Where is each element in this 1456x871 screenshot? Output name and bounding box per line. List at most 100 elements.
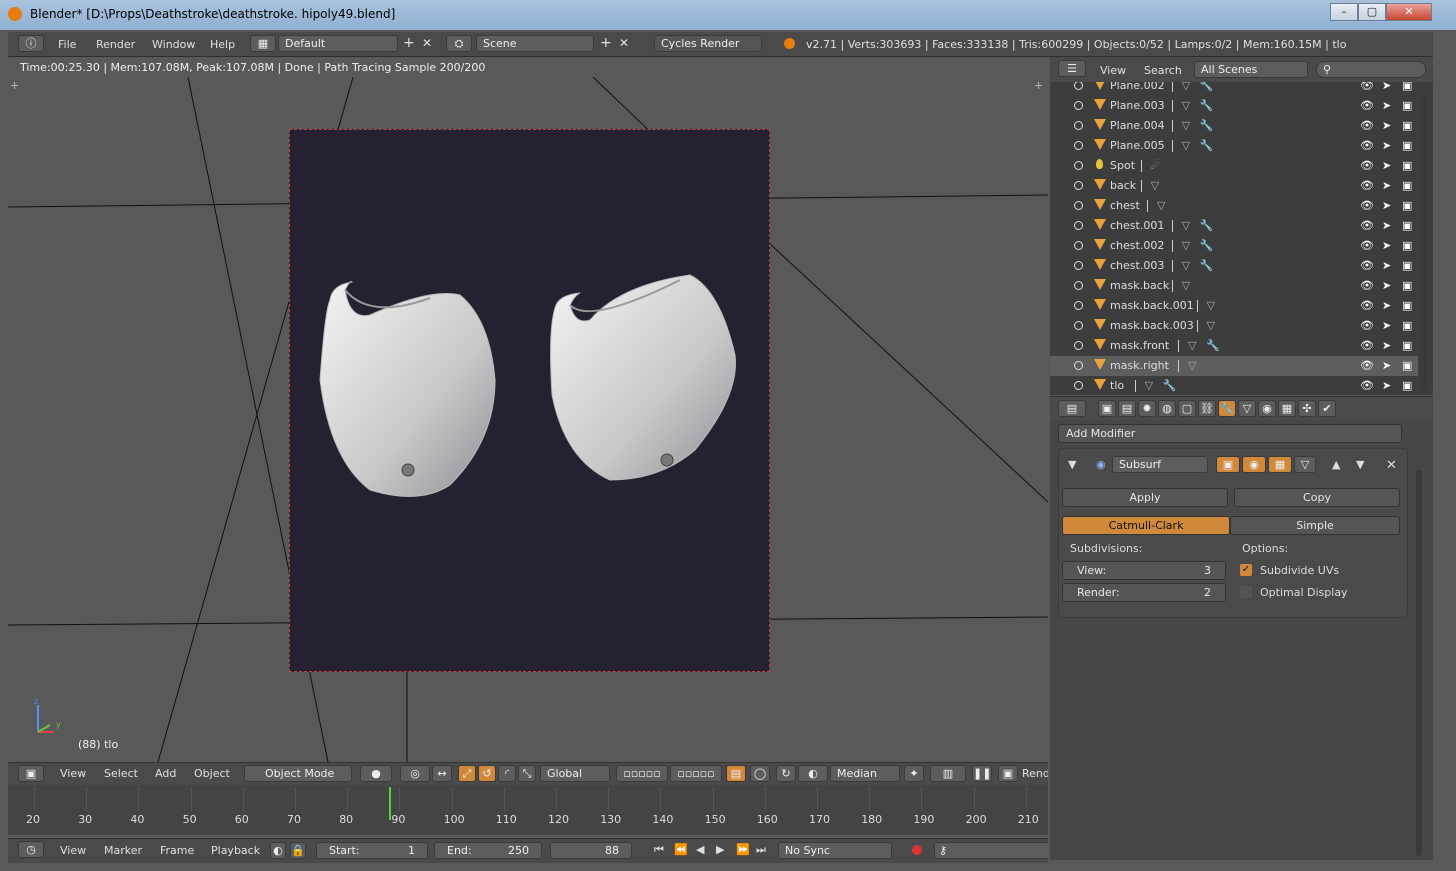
timeline[interactable]: 20 30 40 50 60 70 80 90 100 110 120 130 140 150 160 170… xyxy=(8,785,1048,835)
expand-toggle-icon[interactable] xyxy=(1074,321,1083,330)
selectable-cursor-icon[interactable]: ➤ xyxy=(1382,199,1391,212)
subdivide-uvs-checkbox[interactable]: ✓ xyxy=(1240,564,1252,576)
renderable-camera-icon[interactable]: ▣ xyxy=(1402,179,1412,192)
expand-toggle-icon[interactable] xyxy=(1074,241,1083,250)
expand-toggle-icon[interactable] xyxy=(1074,121,1083,130)
view3d-menu-object[interactable]: Object xyxy=(194,767,230,780)
tab-data-icon[interactable]: ▽ xyxy=(1238,400,1256,417)
mesh-data-icon[interactable]: ▽ xyxy=(1151,179,1159,192)
render-levels-field[interactable]: Render: 2 xyxy=(1062,583,1226,602)
scene-field[interactable]: Scene xyxy=(476,35,594,52)
scene-browse-icon[interactable]: ⛭ xyxy=(446,35,472,52)
sync-select[interactable]: No Sync xyxy=(778,842,892,859)
selectable-cursor-icon[interactable]: ➤ xyxy=(1382,99,1391,112)
viewport-toggle-icon[interactable]: ◉ xyxy=(1242,456,1266,473)
jump-next-key-icon[interactable]: ⏩ xyxy=(736,843,750,856)
mesh-data-icon[interactable]: ▽ xyxy=(1182,279,1190,292)
visibility-eye-icon[interactable]: 👁 xyxy=(1360,139,1374,152)
outliner-item[interactable]: chest.003 ▽ 🔧 👁 ➤ ▣ xyxy=(1050,256,1418,276)
lamp-data-icon[interactable]: ☄ xyxy=(1151,159,1161,172)
selectable-cursor-icon[interactable]: ➤ xyxy=(1382,379,1391,392)
close-button[interactable]: ✕ xyxy=(1386,3,1432,21)
mesh-data-icon[interactable]: ▽ xyxy=(1182,219,1190,232)
visibility-eye-icon[interactable]: 👁 xyxy=(1360,259,1374,272)
tab-render-layers-icon[interactable]: ▤ xyxy=(1118,400,1136,417)
expand-toggle-icon[interactable] xyxy=(1074,101,1083,110)
scale-icon[interactable]: ◜ xyxy=(498,765,516,782)
mesh-data-icon[interactable]: ▽ xyxy=(1182,139,1190,152)
outliner-item[interactable]: mask.front ▽ 🔧 👁 ➤ ▣ xyxy=(1050,336,1418,356)
remove-modifier-icon[interactable]: ✕ xyxy=(1386,458,1397,473)
expand-toggle-icon[interactable] xyxy=(1074,261,1083,270)
selectable-cursor-icon[interactable]: ➤ xyxy=(1382,319,1391,332)
jump-end-icon[interactable]: ⏭ xyxy=(756,843,766,857)
expand-toggle-icon[interactable] xyxy=(1074,281,1083,290)
outliner-item[interactable]: back ▽ 👁 ➤ ▣ xyxy=(1050,176,1418,196)
renderable-camera-icon[interactable]: ▣ xyxy=(1402,279,1412,292)
view3d-menu-add[interactable]: Add xyxy=(155,767,176,780)
tab-material-icon[interactable]: ◉ xyxy=(1258,400,1276,417)
rotate-icon[interactable]: ↺ xyxy=(478,765,496,782)
layers-grid-1[interactable]: ▫▫▫▫▫ xyxy=(616,765,668,782)
mesh-data-icon[interactable]: ▽ xyxy=(1188,359,1196,372)
timeline-menu-playback[interactable]: Playback xyxy=(211,844,260,857)
timeline-menu-view[interactable]: View xyxy=(60,844,86,857)
menu-window[interactable]: Window xyxy=(152,38,195,51)
editmode-toggle-icon[interactable]: ▦ xyxy=(1268,456,1292,473)
expand-toggle-icon[interactable] xyxy=(1074,161,1083,170)
record-icon[interactable] xyxy=(912,845,922,855)
visibility-eye-icon[interactable]: 👁 xyxy=(1360,339,1374,352)
expand-toggle-icon[interactable] xyxy=(1074,181,1083,190)
add-modifier-button[interactable]: Add Modifier xyxy=(1058,424,1402,443)
tab-texture-icon[interactable]: ▦ xyxy=(1278,400,1296,417)
tab-render-icon[interactable]: ▣ xyxy=(1098,400,1116,417)
layout-add-icon[interactable]: + xyxy=(403,35,415,51)
visibility-eye-icon[interactable]: 👁 xyxy=(1360,99,1374,112)
outliner-item[interactable]: chest.001 ▽ 🔧 👁 ➤ ▣ xyxy=(1050,216,1418,236)
visibility-eye-icon[interactable]: 👁 xyxy=(1360,199,1374,212)
tab-modifiers-wrench-icon[interactable]: 🔧 xyxy=(1218,400,1236,417)
expand-toggle-icon[interactable] xyxy=(1074,82,1083,90)
properties-scrollbar[interactable] xyxy=(1416,470,1422,856)
optimal-display-checkbox[interactable] xyxy=(1240,586,1252,598)
expand-toggle-icon[interactable] xyxy=(1074,221,1083,230)
opengl-render-icon[interactable]: ▣ xyxy=(998,765,1018,782)
menu-render[interactable]: Render xyxy=(96,38,135,51)
menu-help[interactable]: Help xyxy=(210,38,235,51)
3d-viewport[interactable]: + + Time:00:25.30 | Mem:107.08M, Peak:107… xyxy=(8,57,1048,762)
wrench-modifier-icon[interactable]: 🔧 xyxy=(1200,219,1214,232)
wrench-modifier-icon[interactable]: 🔧 xyxy=(1163,379,1177,392)
modifier-collapse-icon[interactable]: ▼ xyxy=(1068,458,1076,471)
translate-icon[interactable]: ⤢ xyxy=(458,765,476,782)
outliner-item[interactable]: Plane.003 ▽ 🔧 👁 ➤ ▣ xyxy=(1050,96,1418,116)
visibility-eye-icon[interactable]: 👁 xyxy=(1360,159,1374,172)
current-frame-field[interactable]: 88 xyxy=(550,842,632,859)
selectable-cursor-icon[interactable]: ➤ xyxy=(1382,82,1391,92)
selectable-cursor-icon[interactable]: ➤ xyxy=(1382,139,1391,152)
cage-toggle-icon[interactable]: ▽ xyxy=(1294,456,1316,473)
apply-button[interactable]: Apply xyxy=(1062,488,1228,507)
visibility-eye-icon[interactable]: 👁 xyxy=(1360,219,1374,232)
renderable-camera-icon[interactable]: ▣ xyxy=(1402,379,1412,392)
pivot-median-select[interactable]: Median xyxy=(830,765,900,782)
outliner-item[interactable]: Spot ☄ 👁 ➤ ▣ xyxy=(1050,156,1418,176)
move-up-icon[interactable]: ▲ xyxy=(1332,458,1340,471)
mesh-data-icon[interactable]: ▽ xyxy=(1207,319,1215,332)
move-down-icon[interactable]: ▼ xyxy=(1356,458,1364,471)
outliner-item[interactable]: chest ▽ 👁 ➤ ▣ xyxy=(1050,196,1418,216)
renderable-camera-icon[interactable]: ▣ xyxy=(1402,239,1412,252)
outliner-list[interactable]: Plane.002 ▽ 🔧 👁 ➤ ▣ Plane.003 ▽ 🔧 👁 ➤ ▣ Plane.004 ▽ 🔧 👁… xyxy=(1050,82,1433,395)
renderable-camera-icon[interactable]: ▣ xyxy=(1402,339,1412,352)
render-button-label[interactable]: Rend xyxy=(1022,767,1048,780)
renderable-camera-icon[interactable]: ▣ xyxy=(1402,119,1412,132)
properties-editor-icon[interactable]: ▤ xyxy=(1058,400,1086,417)
render-engine-select[interactable]: Cycles Render xyxy=(654,35,762,52)
visibility-eye-icon[interactable]: 👁 xyxy=(1360,379,1374,392)
selectable-cursor-icon[interactable]: ➤ xyxy=(1382,179,1391,192)
selectable-cursor-icon[interactable]: ➤ xyxy=(1382,159,1391,172)
mesh-data-icon[interactable]: ▽ xyxy=(1182,239,1190,252)
mesh-data-icon[interactable]: ▽ xyxy=(1182,99,1190,112)
wrench-modifier-icon[interactable]: 🔧 xyxy=(1200,99,1214,112)
layers-grid-2[interactable]: ▫▫▫▫▫ xyxy=(670,765,722,782)
outliner-menu-view[interactable]: View xyxy=(1100,64,1126,77)
